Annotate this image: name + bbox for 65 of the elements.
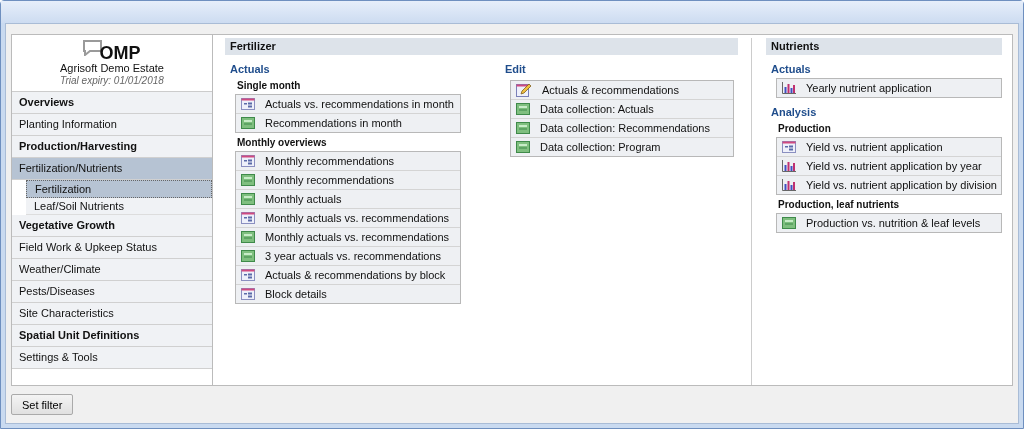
table-icon xyxy=(241,269,255,281)
table-icon xyxy=(241,212,255,224)
report-link[interactable]: Production vs. nutrition & leaf levels xyxy=(777,214,1001,232)
report-link[interactable]: Actuals & recommendations xyxy=(511,81,733,100)
sheet-icon xyxy=(241,193,255,205)
group-heading: Analysis xyxy=(771,106,818,119)
report-link[interactable]: Yield vs. nutrient application xyxy=(777,138,1001,157)
subgroup-heading: Single month xyxy=(237,79,302,92)
section-header: Nutrients xyxy=(766,38,1002,55)
report-link[interactable]: Monthly actuals vs. recommendations xyxy=(236,209,460,228)
edit-icon xyxy=(516,83,532,97)
report-link[interactable]: Monthly recommendations xyxy=(236,171,460,190)
report-link[interactable]: Monthly recommendations xyxy=(236,152,460,171)
group-heading: Actuals xyxy=(771,63,812,76)
sheet-icon xyxy=(516,103,530,115)
group-heading: Actuals xyxy=(230,63,271,76)
sidebar-item[interactable]: Pests/Diseases xyxy=(12,281,212,303)
subgroup-heading: Monthly overviews xyxy=(237,136,328,149)
report-link[interactable]: Yearly nutrient application xyxy=(777,79,1001,97)
bar-chart-icon xyxy=(782,82,796,94)
sheet-icon xyxy=(241,174,255,186)
table-icon xyxy=(241,288,255,300)
section-header: Fertilizer xyxy=(225,38,738,55)
sidebar-item[interactable]: Spatial Unit Definitions xyxy=(12,325,212,347)
sidebar-item[interactable]: Settings & Tools xyxy=(12,347,212,369)
report-link[interactable]: Monthly actuals vs. recommendations xyxy=(236,228,460,247)
sidebar-item[interactable]: Site Characteristics xyxy=(12,303,212,325)
bar-chart-icon xyxy=(782,160,796,172)
sidebar-subitem[interactable]: Fertilization xyxy=(26,180,212,198)
table-icon xyxy=(241,98,255,110)
sheet-icon xyxy=(241,117,255,129)
report-link[interactable]: Actuals vs. recommendations in month xyxy=(236,95,460,114)
subgroup-heading: Production xyxy=(778,122,832,135)
report-link[interactable]: Data collection: Program xyxy=(511,138,733,156)
subgroup-heading: Production, leaf nutrients xyxy=(778,198,901,211)
sidebar-item[interactable]: Fertilization/Nutrients xyxy=(12,158,212,180)
sidebar-item[interactable]: Field Work & Upkeep Status xyxy=(12,237,212,259)
trial-expiry: Trial expiry: 01/01/2018 xyxy=(60,74,164,87)
sidebar-subitem[interactable]: Leaf/Soil Nutrients xyxy=(26,198,212,215)
table-icon xyxy=(241,155,255,167)
sidebar-item[interactable]: Vegetative Growth xyxy=(12,215,212,237)
sheet-icon xyxy=(782,217,796,229)
report-link[interactable]: Recommendations in month xyxy=(236,114,460,132)
report-link[interactable]: 3 year actuals vs. recommendations xyxy=(236,247,460,266)
report-link[interactable]: Yield vs. nutrient application by year xyxy=(777,157,1001,176)
sheet-icon xyxy=(516,141,530,153)
group-heading: Edit xyxy=(505,63,527,76)
sidebar-item[interactable]: Planting Information xyxy=(12,114,212,136)
sidebar-item[interactable]: Production/Harvesting xyxy=(12,136,212,158)
sheet-icon xyxy=(241,231,255,243)
report-link[interactable]: Yield vs. nutrient application by division xyxy=(777,176,1001,194)
sheet-icon xyxy=(241,250,255,262)
sidebar-item[interactable]: Overviews xyxy=(12,92,212,114)
report-link[interactable]: Data collection: Recommendations xyxy=(511,119,733,138)
report-link[interactable]: Data collection: Actuals xyxy=(511,100,733,119)
sidebar-item[interactable]: Weather/Climate xyxy=(12,259,212,281)
estate-name: Agrisoft Demo Estate xyxy=(60,61,164,75)
bar-chart-icon xyxy=(782,179,796,191)
set-filter-button[interactable]: Set filter xyxy=(11,394,74,415)
report-link[interactable]: Monthly actuals xyxy=(236,190,460,209)
report-link[interactable]: Block details xyxy=(236,285,460,303)
report-link[interactable]: Actuals & recommendations by block xyxy=(236,266,460,285)
sheet-icon xyxy=(516,122,530,134)
table-icon xyxy=(782,141,796,153)
logo-text: OMP xyxy=(99,43,141,62)
